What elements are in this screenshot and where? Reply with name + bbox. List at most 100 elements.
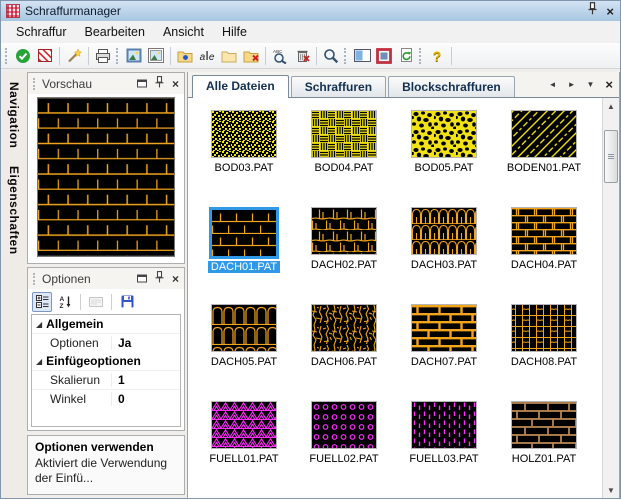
close-panel-icon[interactable]: × [172,273,179,285]
zoom-button[interactable] [320,45,342,67]
new-folder-button[interactable] [174,45,196,67]
pattern-item[interactable]: DACH06.PAT [294,304,394,401]
category-einfuegeoptionen[interactable]: ◢Einfügeoptionen [32,352,180,370]
pattern-item[interactable]: DACH07.PAT [394,304,494,401]
tab-alle-dateien[interactable]: Alle Dateien [192,75,289,98]
delete-folder-button[interactable] [240,45,262,67]
tab-schraffuren[interactable]: Schraffuren [291,76,386,97]
save-button[interactable] [117,292,137,312]
float-window-icon[interactable] [137,75,147,93]
delete-item-button[interactable] [291,45,313,67]
float-window-icon[interactable] [137,270,147,288]
document-area: Alle Dateien Schraffuren Blockschraffure… [187,72,620,498]
side-tab-navigation[interactable]: Navigation [7,80,21,150]
category-allgemein[interactable]: ◢ Allgemein [32,315,180,333]
pattern-item[interactable]: DACH02.PAT [294,207,394,304]
optionen-title: Optionen [42,272,91,286]
pattern-item[interactable]: FUELL03.PAT [394,401,494,498]
print-button[interactable] [92,45,114,67]
pattern-item[interactable]: DACH03.PAT [394,207,494,304]
scroll-tabs-right-icon[interactable]: ► [568,81,576,89]
pattern-item[interactable]: DACH08.PAT [494,304,594,401]
pin-button[interactable] [588,2,597,20]
title-bar: Schraffurmanager × [1,1,620,21]
pattern-thumbnail [211,304,277,352]
pattern-item[interactable]: FUELL01.PAT [194,401,294,498]
ok-check-button[interactable] [12,45,34,67]
hatch-preview [37,97,175,257]
window-title: Schraffurmanager [25,4,121,18]
preview-frame-button[interactable] [145,45,167,67]
pattern-name: BOD03.PAT [215,162,274,174]
property-value[interactable]: Ja [118,336,131,350]
close-panel-icon[interactable]: × [172,78,179,90]
pattern-grid: BOD03.PAT BOD04.PAT BOD05.PAT BODEN01.PA… [188,98,602,498]
pattern-name: FUELL03.PAT [409,453,478,465]
pattern-item-selected[interactable]: DACH01.PAT [194,207,294,304]
pattern-item[interactable]: BOD04.PAT [294,110,394,207]
property-value[interactable]: 1 [118,373,125,387]
pattern-name: BOD05.PAT [415,162,474,174]
magic-wand-button[interactable] [63,45,85,67]
pattern-name: DACH02.PAT [311,259,377,271]
help-button[interactable]: ? [426,45,448,67]
hatch-display-button[interactable] [373,45,395,67]
scrollbar-thumb[interactable] [604,130,618,183]
property-pages-button[interactable] [86,292,106,312]
toolbar-grip[interactable] [344,48,349,64]
pattern-item[interactable]: HOLZ01.PAT [494,401,594,498]
vorschau-title-bar[interactable]: Vorschau × [28,73,184,94]
scroll-down-icon[interactable]: ▼ [603,482,619,498]
side-tab-eigenschaften[interactable]: Eigenschaften [7,164,21,257]
scrollbar-track[interactable] [603,114,619,482]
pattern-name: DACH03.PAT [411,259,477,271]
pattern-item[interactable]: BODEN01.PAT [494,110,594,207]
pattern-thumbnail [209,207,279,259]
pattern-thumbnail [211,110,277,158]
pattern-item[interactable]: DACH04.PAT [494,207,594,304]
pin-icon[interactable] [155,75,164,93]
close-tab-icon[interactable]: × [605,78,613,91]
scroll-tabs-left-icon[interactable]: ◄ [549,81,557,89]
property-value[interactable]: 0 [118,392,125,406]
property-name: Winkel [50,392,112,406]
menu-bar: Schraffur Bearbeiten Ansicht Hilfe [1,21,620,43]
toolbar: aIe ABC ? [1,43,620,69]
pattern-item[interactable]: DACH05.PAT [194,304,294,401]
vertical-scrollbar[interactable]: ▲ ▼ [602,98,619,498]
preview-image-button[interactable] [123,45,145,67]
copy-file-button[interactable] [218,45,240,67]
pattern-item[interactable]: BOD05.PAT [394,110,494,207]
tab-list-icon[interactable]: ▼ [586,81,594,89]
optionen-title-bar[interactable]: Optionen × [28,268,184,289]
sort-alphabetical-button[interactable]: AZ [55,292,75,312]
toolbar-grip[interactable] [116,48,121,64]
pattern-name: DACH01.PAT [208,261,280,273]
description-title: Optionen verwenden [35,440,177,454]
panel-grip [33,78,37,90]
toolbar-grip[interactable] [419,48,424,64]
category-label: Allgemein [46,317,103,331]
categorized-view-button[interactable] [32,292,52,312]
find-text-button[interactable]: ABC [269,45,291,67]
pattern-thumbnail [511,110,577,158]
pattern-name: DACH06.PAT [311,356,377,368]
toolbar-grip[interactable] [5,48,10,64]
hatch-sample-button[interactable] [34,45,56,67]
menu-ansicht[interactable]: Ansicht [154,22,213,42]
refresh-button[interactable] [395,45,417,67]
pin-icon[interactable] [155,270,164,288]
close-icon[interactable]: × [606,5,614,18]
scroll-up-icon[interactable]: ▲ [603,98,619,114]
pattern-item[interactable]: BOD03.PAT [194,110,294,207]
pattern-item[interactable]: FUELL02.PAT [294,401,394,498]
rename-button[interactable]: aIe [196,45,218,67]
app-icon [6,4,20,18]
menu-hilfe[interactable]: Hilfe [213,22,256,42]
menu-bearbeiten[interactable]: Bearbeiten [76,22,154,42]
expander-icon: ◢ [36,320,42,329]
tab-blockschraffuren[interactable]: Blockschraffuren [388,76,515,97]
menu-schraffur[interactable]: Schraffur [7,22,76,42]
layout-panels-button[interactable] [351,45,373,67]
window-body: Navigation Eigenschaften Vorschau × [1,69,620,498]
